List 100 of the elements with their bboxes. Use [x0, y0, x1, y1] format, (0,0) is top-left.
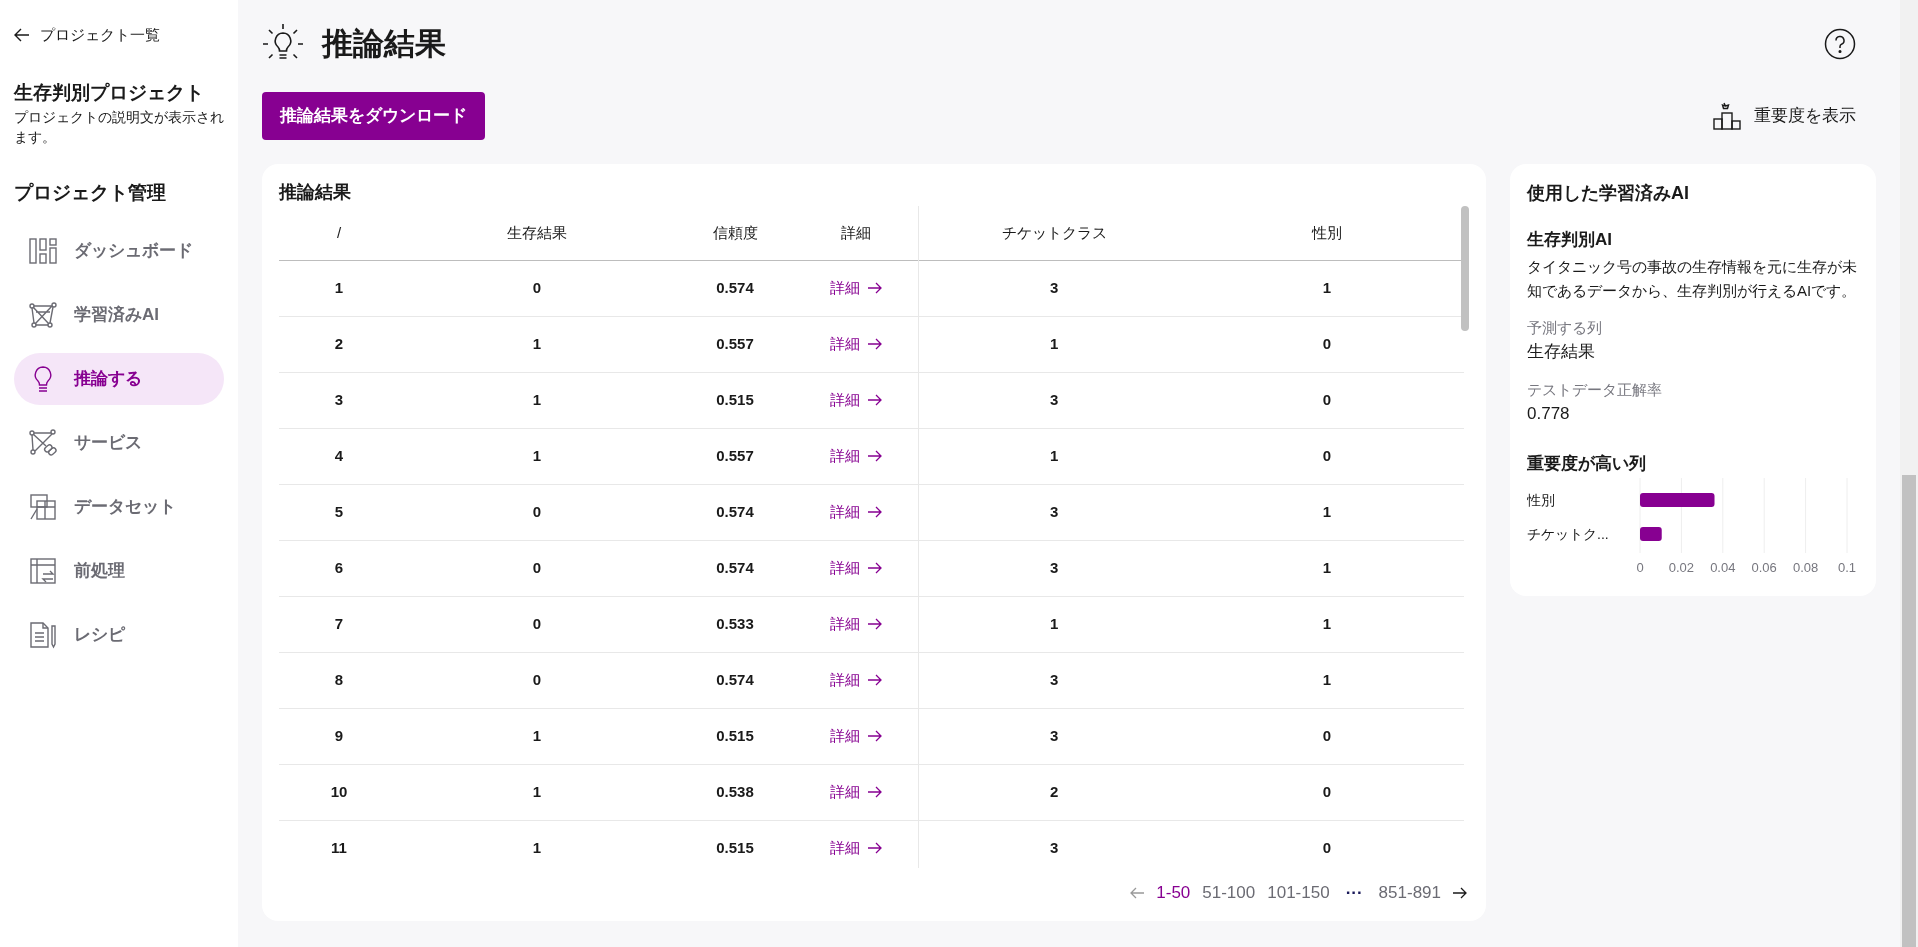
- arrow-right-icon: [868, 562, 883, 574]
- sidebar-item[interactable]: 学習済みAI: [14, 289, 224, 341]
- table-cell: 1: [532, 782, 542, 800]
- column-header: /: [279, 206, 399, 260]
- table-cell: 2: [1050, 782, 1059, 800]
- table-cell: 0.538: [716, 782, 754, 800]
- table-cell: 1: [1322, 502, 1332, 520]
- network-icon: [28, 300, 58, 330]
- table-cell: 0.515: [716, 390, 754, 408]
- table-cell: 0.574: [716, 278, 754, 296]
- table-cell: 5: [334, 502, 344, 520]
- table-cell: 3: [1050, 502, 1059, 520]
- column-header: 信頼度: [675, 206, 795, 260]
- network-link-icon: [28, 428, 58, 458]
- detail-link[interactable]: 詳細: [830, 780, 883, 804]
- table-cell: 1: [532, 446, 542, 464]
- table-cell: 8: [334, 670, 344, 688]
- table-title: 推論結果: [279, 181, 352, 204]
- table-cell: 0: [1322, 838, 1332, 856]
- table-cell: 11: [331, 838, 347, 856]
- column-header: 性別: [1190, 206, 1464, 260]
- page-link[interactable]: 1-50: [1156, 880, 1191, 906]
- importance-bar: [1640, 527, 1662, 541]
- table-cell: 1: [1322, 670, 1332, 688]
- table-cell: 1: [532, 334, 542, 352]
- table-cell: 3: [1050, 838, 1059, 856]
- table-cell: 2: [334, 334, 344, 352]
- detail-link[interactable]: 詳細: [830, 276, 883, 300]
- axis-tick-label: 0.08: [1792, 560, 1819, 575]
- detail-link[interactable]: 詳細: [830, 612, 883, 636]
- table-cell: 0: [532, 278, 542, 296]
- table-cell: 1: [1050, 334, 1059, 352]
- table-cell: 3: [1050, 726, 1059, 744]
- category-label: 性別: [1527, 492, 1555, 508]
- table-cell: 7: [334, 614, 344, 632]
- importance-title: 重要度が高い列: [1527, 452, 1647, 475]
- pagination-ellipsis: ···: [1344, 882, 1364, 904]
- scrollbar[interactable]: [1900, 0, 1918, 947]
- section-title: プロジェクト管理: [14, 180, 167, 205]
- arrow-right-icon: [868, 674, 883, 686]
- detail-link[interactable]: 詳細: [830, 724, 883, 748]
- download-button[interactable]: 推論結果をダウンロード: [262, 92, 485, 140]
- arrow-right-icon: [868, 842, 883, 854]
- field-value: 0.778: [1527, 403, 1571, 425]
- table-cell: 3: [334, 390, 344, 408]
- axis-tick-label: 0.02: [1668, 560, 1695, 575]
- table-cell: 0: [1322, 390, 1332, 408]
- help-icon[interactable]: [1824, 28, 1856, 60]
- sidebar-item[interactable]: レシピ: [14, 609, 224, 661]
- sidebar-item[interactable]: 推論する: [14, 353, 224, 405]
- dashboard-icon: [28, 236, 58, 266]
- page-link[interactable]: 51-100: [1202, 880, 1256, 906]
- sidebar-item[interactable]: サービス: [14, 417, 224, 469]
- table-cell: 0.557: [716, 446, 754, 464]
- page-title: 推論結果: [322, 24, 446, 63]
- back-arrow-icon: [14, 28, 30, 43]
- table-cell: 0.574: [716, 502, 754, 520]
- table-cell: 0: [532, 558, 542, 576]
- detail-link[interactable]: 詳細: [830, 836, 883, 860]
- panel-title: 使用した学習済みAI: [1527, 182, 1690, 205]
- table-cell: 0: [1322, 446, 1332, 464]
- detail-link[interactable]: 詳細: [830, 444, 883, 468]
- table-cell: 0.533: [716, 614, 754, 632]
- sidebar-item[interactable]: ダッシュボード: [14, 225, 224, 277]
- arrow-right-icon: [868, 786, 883, 798]
- sidebar-item[interactable]: 前処理: [14, 545, 224, 597]
- sidebar-item[interactable]: データセット: [14, 481, 224, 533]
- table-cell: 0: [1322, 726, 1332, 744]
- field-label: テストデータ正解率: [1527, 379, 1663, 400]
- column-header: 生存結果: [399, 206, 675, 260]
- arrow-right-icon: [868, 506, 883, 518]
- table-cell: 3: [1050, 558, 1059, 576]
- detail-link[interactable]: 詳細: [830, 556, 883, 580]
- table-cell: 1: [1322, 614, 1332, 632]
- importance-button[interactable]: 重要度を表示: [1712, 101, 1856, 131]
- next-page-icon[interactable]: [1453, 886, 1467, 899]
- page-link[interactable]: 851-891: [1378, 880, 1441, 906]
- table-cell: 1: [1050, 614, 1059, 632]
- table-scrollbar[interactable]: [1461, 206, 1469, 331]
- table-arrows-icon: [28, 556, 58, 586]
- table-cell: 1: [1322, 278, 1332, 296]
- detail-link[interactable]: 詳細: [830, 388, 883, 412]
- table-cell: 1: [1050, 446, 1059, 464]
- axis-tick-label: 0.04: [1710, 560, 1736, 575]
- axis-tick-label: 0.06: [1751, 560, 1777, 575]
- table-cell: 10: [330, 782, 348, 800]
- detail-link[interactable]: 詳細: [830, 500, 883, 524]
- arrow-right-icon: [868, 730, 883, 742]
- table-cell: 0.557: [716, 334, 754, 352]
- arrow-right-icon: [868, 394, 883, 406]
- table-cell: 0.574: [716, 670, 754, 688]
- podium-icon: [1712, 101, 1742, 131]
- table-cell: 0.515: [716, 726, 754, 744]
- table-cell: 0.574: [716, 558, 754, 576]
- table-cell: 6: [334, 558, 344, 576]
- back-link[interactable]: プロジェクト一覧: [14, 24, 224, 47]
- table-cell: 1: [334, 278, 344, 296]
- detail-link[interactable]: 詳細: [830, 332, 883, 356]
- page-link[interactable]: 101-150: [1267, 880, 1330, 906]
- detail-link[interactable]: 詳細: [830, 668, 883, 692]
